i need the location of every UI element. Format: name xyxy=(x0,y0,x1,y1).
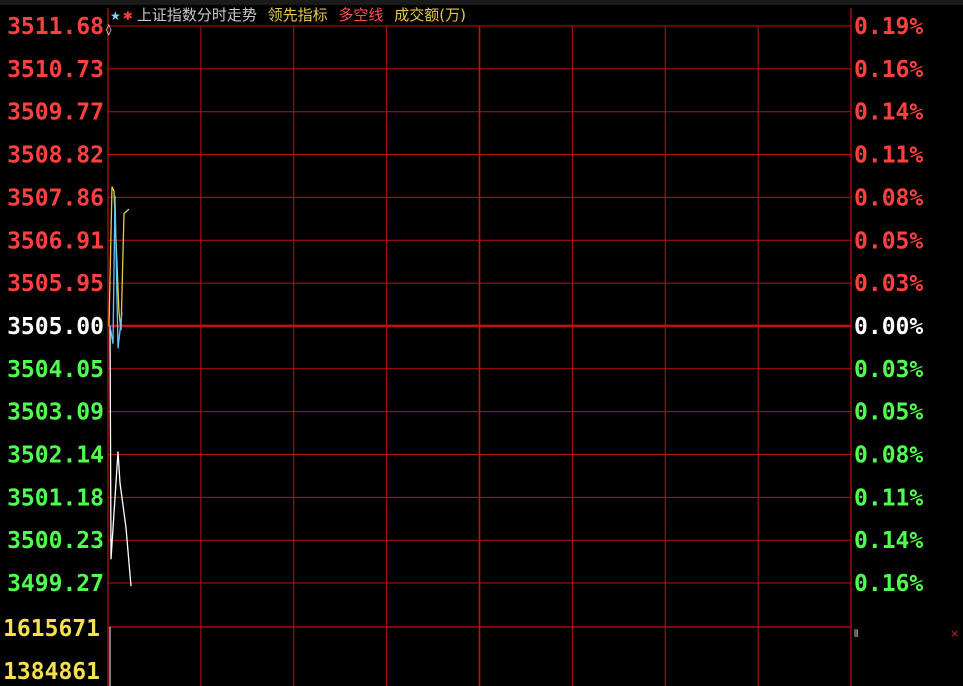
volume-bars-icon: ⫴ xyxy=(854,629,858,640)
price-tick-label: 3501.18 xyxy=(7,485,104,511)
price-tick-label: 3507.86 xyxy=(7,185,104,211)
volume-axis: 1615671 1384861 xyxy=(3,616,100,685)
price-tick-label: 3505.95 xyxy=(7,271,104,297)
price-axis: 3511.68 3510.73 3509.77 3508.82 3507.86 3506.… xyxy=(7,14,104,597)
intraday-chart[interactable]: 3511.68 3510.73 3509.77 3508.82 3507.86 3506.… xyxy=(0,0,963,686)
percent-tick-label: 0.08% xyxy=(854,185,923,211)
series-lines xyxy=(108,186,132,587)
price-tick-label: 3509.77 xyxy=(7,100,104,126)
percent-tick-label: 0.00% xyxy=(854,314,923,340)
price-tick-label: 3506.91 xyxy=(7,228,104,254)
cursor-marker-icon: ◊ xyxy=(106,23,112,36)
close-icon: × xyxy=(950,627,959,640)
percent-tick-label: 0.16% xyxy=(854,571,923,597)
percent-tick-label: 0.19% xyxy=(854,14,923,40)
price-tick-label: 3500.23 xyxy=(7,528,104,554)
percent-tick-label: 0.16% xyxy=(854,57,923,83)
price-tick-label: 3510.73 xyxy=(7,57,104,83)
percent-tick-label: 0.05% xyxy=(854,228,923,254)
price-tick-label: 3499.27 xyxy=(7,571,104,597)
percent-tick-label: 0.08% xyxy=(854,443,923,469)
percent-axis: 0.19% 0.16% 0.14% 0.11% 0.08% 0.05% 0.03% 0.00%… xyxy=(854,14,923,597)
percent-tick-label: 0.11% xyxy=(854,485,923,511)
series-line-1 xyxy=(109,325,132,587)
price-tick-label: 3504.05 xyxy=(7,357,104,383)
price-tick-label: 3502.14 xyxy=(7,443,104,469)
series-line-2 xyxy=(108,186,130,331)
percent-tick-label: 0.03% xyxy=(854,271,923,297)
chart-decorations: ◊ ⫴ × xyxy=(106,23,959,640)
percent-tick-label: 0.14% xyxy=(854,100,923,126)
percent-tick-label: 0.11% xyxy=(854,143,923,169)
price-tick-label: 3508.82 xyxy=(7,143,104,169)
percent-tick-label: 0.03% xyxy=(854,357,923,383)
percent-tick-label: 0.14% xyxy=(854,528,923,554)
price-tick-label: 3505.00 xyxy=(7,314,104,340)
price-tick-label: 3511.68 xyxy=(7,14,104,40)
volume-tick-label: 1384861 xyxy=(3,659,100,685)
chart-grid xyxy=(107,8,852,686)
price-tick-label: 3503.09 xyxy=(7,400,104,426)
volume-tick-label: 1615671 xyxy=(3,616,100,642)
percent-tick-label: 0.05% xyxy=(854,400,923,426)
